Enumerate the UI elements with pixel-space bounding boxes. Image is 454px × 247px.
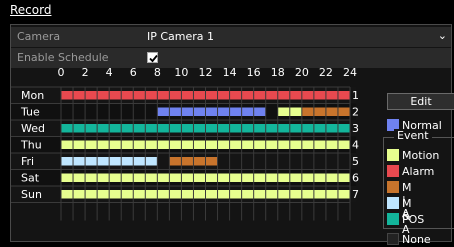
pos-swatch-icon (387, 213, 399, 225)
hour-tick-label: 24 (343, 66, 357, 79)
record-schedule-window: Record Camera IP Camera 1 ⌄ Enable Sched… (0, 0, 454, 246)
day-label: Sat (21, 172, 40, 185)
hour-tick-label: 6 (130, 66, 137, 79)
schedule-segment-normal (157, 107, 266, 116)
day-label: Thu (20, 139, 42, 152)
day-index: 2 (352, 106, 359, 119)
hour-tick-label: 22 (319, 66, 333, 79)
day-label: Mon (21, 89, 44, 102)
hour-tick-label: 0 (58, 66, 65, 79)
day-index: 4 (352, 139, 359, 152)
alarm-swatch-icon (387, 165, 399, 177)
legend-alarm-label: Alarm (402, 165, 435, 178)
day-label: Wed (21, 122, 45, 135)
hour-tick-label: 8 (154, 66, 161, 79)
m-or-a-swatch-icon (387, 181, 399, 193)
day-index: 6 (352, 172, 359, 185)
schedule-panel: Camera IP Camera 1 ⌄ Enable Schedule 024… (10, 24, 454, 246)
hour-tick-label: 16 (247, 66, 261, 79)
legend-motion-label: Motion (402, 149, 440, 162)
hour-tick-label: 18 (271, 66, 285, 79)
day-index: 5 (352, 155, 359, 168)
event-group-title: Event (394, 129, 432, 142)
day-label: Sun (21, 188, 42, 201)
legend-pos-label: POS (402, 213, 425, 226)
hour-tick-label: 2 (82, 66, 89, 79)
hour-tick-label: 12 (199, 66, 213, 79)
day-index: 3 (352, 122, 359, 135)
hour-tick-label: 14 (223, 66, 237, 79)
hour-tick-label: 20 (295, 66, 309, 79)
title-bar: Record (0, 0, 454, 20)
legend-none-label: None (402, 233, 431, 246)
page-title: Record (10, 3, 52, 17)
motion-swatch-icon (387, 149, 399, 161)
hour-tick-label: 4 (106, 66, 113, 79)
edit-button[interactable]: Edit (387, 93, 454, 110)
none-swatch-icon (387, 233, 399, 245)
m-and-a-swatch-icon (387, 197, 399, 209)
day-label: Tue (20, 106, 40, 119)
hour-tick-label: 10 (174, 66, 188, 79)
day-index: 7 (352, 188, 359, 201)
day-index: 1 (352, 89, 359, 102)
day-label: Fri (21, 155, 34, 168)
